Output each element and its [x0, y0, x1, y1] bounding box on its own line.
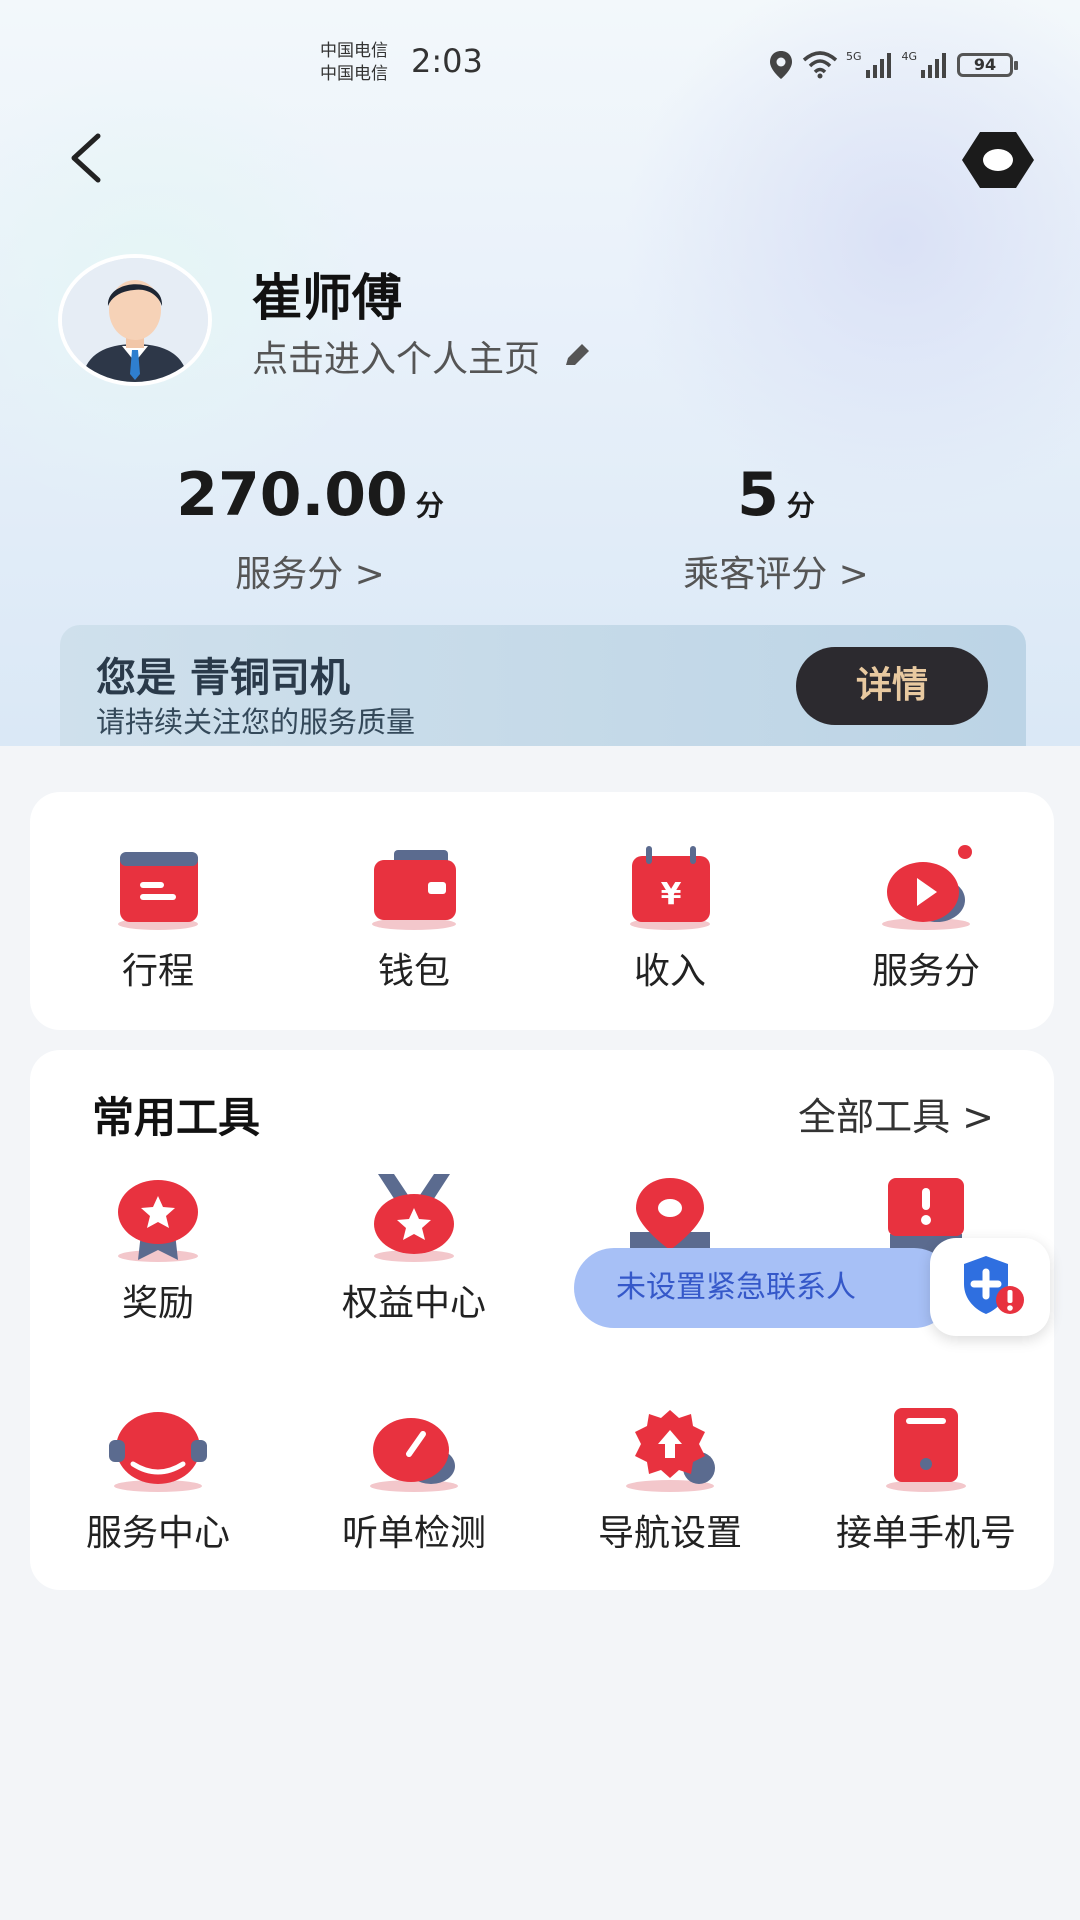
status-time: 2:03: [411, 42, 483, 80]
signal-icon: [865, 53, 891, 78]
level-subtitle: 请持续关注您的服务质量: [96, 705, 416, 739]
passenger-rating-number: 5: [737, 460, 779, 530]
navigation-gear-icon: [626, 1410, 715, 1492]
chevron-left-icon: [71, 133, 101, 183]
service-score-unit: 分: [415, 489, 444, 522]
tool-service-center[interactable]: 服务中心: [30, 1404, 286, 1556]
quick-actions-card: 行程 钱包 ¥ 收入 服务分: [30, 792, 1054, 1030]
tools-title: 常用工具: [92, 1093, 261, 1142]
trip-card-icon: [118, 852, 198, 930]
tool-label: 奖励: [121, 1283, 194, 1324]
quick-action-label: 收入: [633, 951, 706, 992]
tool-label: 听单检测: [341, 1513, 486, 1554]
phone-icon: [886, 1408, 966, 1492]
driver-name: 崔师傅: [252, 269, 402, 327]
tool-rewards[interactable]: 奖励: [30, 1174, 286, 1326]
benefits-medal-icon: [374, 1174, 454, 1262]
tool-label: 权益中心: [341, 1283, 486, 1324]
carrier-2: 中国电信: [320, 64, 388, 84]
quick-action-trips[interactable]: 行程: [30, 842, 286, 994]
passenger-rating-value: 5分: [566, 460, 986, 541]
tool-order-check[interactable]: 听单检测: [286, 1404, 542, 1556]
quick-action-service-score[interactable]: 服务分: [798, 842, 1054, 994]
tool-label: 导航设置: [597, 1513, 742, 1554]
passenger-rating-label: 乘客评分 >: [683, 554, 869, 595]
quick-action-income[interactable]: ¥ 收入: [542, 842, 798, 994]
tool-label: 接单手机号: [835, 1513, 1016, 1554]
income-calendar-icon: ¥: [630, 846, 710, 930]
details-button[interactable]: 详情: [796, 647, 988, 725]
quick-action-label: 行程: [121, 951, 194, 992]
passenger-rating-stat[interactable]: 5分 乘客评分 >: [566, 460, 986, 597]
reward-badge-icon: [118, 1180, 198, 1262]
emergency-contact-banner[interactable]: 未设置紧急联系人: [574, 1248, 954, 1328]
hexagon-settings-icon: [962, 132, 1034, 188]
settings-button[interactable]: [960, 128, 1036, 192]
avatar[interactable]: [62, 258, 208, 382]
status-carriers: 中国电信 中国电信: [320, 40, 388, 86]
driver-level-banner: 您是 青铜司机 请持续关注您的服务质量 详情: [60, 625, 1026, 746]
status-icons: 5G 4G 94: [768, 48, 1019, 82]
shield-alert-icon: [964, 1256, 1024, 1314]
tool-label: 服务中心: [85, 1513, 230, 1554]
passenger-rating-unit: 分: [786, 489, 815, 522]
net-label-2: 4G: [901, 49, 918, 63]
net-label-1: 5G: [846, 49, 862, 63]
order-check-gauge-icon: [370, 1418, 458, 1492]
profile-link[interactable]: 点击进入个人主页: [252, 330, 594, 382]
tool-benefits-center[interactable]: 权益中心: [286, 1174, 542, 1326]
all-tools-link[interactable]: 全部工具 >: [798, 1086, 994, 1141]
driver-avatar-icon: [62, 258, 208, 382]
svg-text:¥: ¥: [661, 877, 682, 912]
service-score-icon: [882, 845, 972, 930]
quick-action-label: 服务分: [871, 951, 980, 992]
pencil-icon: [566, 344, 590, 365]
level-title: 您是 青铜司机: [96, 655, 350, 701]
service-score-stat[interactable]: 270.00 分 服务分 >: [100, 460, 520, 597]
battery-icon: 94: [957, 53, 1019, 77]
tool-order-phone[interactable]: 接单手机号: [798, 1404, 1054, 1556]
signal-icon: [921, 53, 947, 78]
location-icon: [770, 51, 792, 79]
quick-action-label: 钱包: [377, 951, 450, 992]
service-score-number: 270.00: [176, 460, 408, 530]
service-score-value: 270.00 分: [100, 460, 520, 541]
service-score-label: 服务分 >: [235, 554, 385, 595]
headset-icon: [109, 1412, 207, 1492]
quick-action-wallet[interactable]: 钱包: [286, 842, 542, 994]
emergency-contact-button[interactable]: [930, 1238, 1050, 1336]
carrier-1: 中国电信: [320, 41, 388, 61]
back-button[interactable]: [60, 130, 116, 186]
wifi-icon: [802, 51, 838, 79]
profile-link-text: 点击进入个人主页: [252, 339, 541, 380]
tool-navigation-settings[interactable]: 导航设置: [542, 1404, 798, 1556]
wallet-icon: [372, 850, 456, 930]
